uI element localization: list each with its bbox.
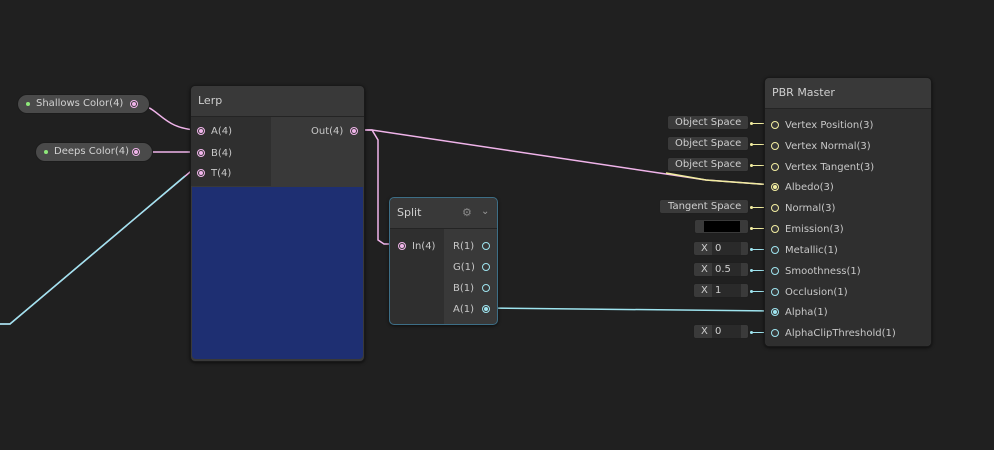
alphaclip-field[interactable]: X 0	[693, 324, 749, 339]
emission-color-swatch	[704, 221, 740, 232]
split-collapse-chevron-down-icon[interactable]: ⌄	[481, 206, 489, 218]
lerp-input-a-label: A(4)	[211, 126, 233, 137]
smoothness-port[interactable]	[771, 267, 779, 275]
shallows-color-label: Shallows Color(4)	[36, 98, 124, 109]
split-output-b-label: B(1)	[453, 283, 475, 294]
lerp-output-port[interactable]	[350, 127, 358, 135]
normal-label: Normal(3)	[785, 203, 836, 214]
lerp-input-b-port[interactable]	[197, 149, 205, 157]
vertex-normal-label: Vertex Normal(3)	[785, 141, 871, 152]
albedo-port[interactable]	[771, 183, 779, 191]
normal-space-value: Tangent Space	[668, 201, 742, 212]
split-input-label: In(4)	[412, 241, 436, 252]
alpha-port[interactable]	[771, 308, 779, 316]
occlusion-field[interactable]: X 1	[693, 283, 749, 298]
emission-label: Emission(3)	[785, 224, 844, 235]
vertex-tangent-space-dropdown[interactable]: Object Space	[667, 157, 749, 172]
shallows-color-property[interactable]: Shallows Color(4)	[17, 94, 150, 114]
emission-color-field[interactable]	[694, 219, 749, 234]
emission-port[interactable]	[771, 225, 779, 233]
split-input-port[interactable]	[398, 242, 406, 250]
lerp-preview	[192, 187, 363, 359]
alpha-clip-threshold-label: AlphaClipThreshold(1)	[785, 328, 896, 339]
smoothness-label: Smoothness(1)	[785, 266, 861, 277]
vertex-tangent-port[interactable]	[771, 163, 779, 171]
lerp-output-label: Out(4)	[311, 126, 344, 137]
vertex-normal-port[interactable]	[771, 142, 779, 150]
split-settings-gear-icon[interactable]: ⚙	[462, 207, 472, 219]
smoothness-axis-label: X	[701, 264, 708, 275]
metallic-axis-label: X	[701, 243, 708, 254]
split-node[interactable]: Split ⚙ ⌄ In(4) R(1) G(1) B(1) A(1)	[389, 197, 498, 325]
split-output-b-port[interactable]	[482, 284, 490, 292]
deeps-color-property[interactable]: Deeps Color(4)	[35, 142, 153, 162]
metallic-label: Metallic(1)	[785, 245, 838, 256]
vertex-position-space-dropdown[interactable]: Object Space	[667, 115, 749, 130]
alpha-label: Alpha(1)	[785, 307, 828, 318]
metallic-value[interactable]: 0	[712, 242, 741, 255]
lerp-input-t-port[interactable]	[197, 169, 205, 177]
lerp-input-t-label: T(4)	[211, 168, 232, 179]
metallic-field[interactable]: X 0	[693, 241, 749, 256]
occlusion-label: Occlusion(1)	[785, 287, 848, 298]
normal-port[interactable]	[771, 204, 779, 212]
pbr-master-node[interactable]: PBR Master Vertex Position(3) Vertex Nor…	[764, 77, 932, 347]
occlusion-port[interactable]	[771, 288, 779, 296]
alphaclip-axis-label: X	[701, 326, 708, 337]
lerp-node-title: Lerp	[191, 86, 364, 117]
deeps-color-label: Deeps Color(4)	[54, 146, 130, 157]
occlusion-value[interactable]: 1	[712, 284, 741, 297]
lerp-node[interactable]: Lerp A(4) B(4) T(4) Out(4)	[190, 85, 365, 362]
normal-space-dropdown[interactable]: Tangent Space	[659, 199, 749, 214]
split-output-a-port[interactable]	[482, 305, 490, 313]
lerp-input-a-port[interactable]	[197, 127, 205, 135]
vertex-tangent-label: Vertex Tangent(3)	[785, 162, 875, 173]
wire-albedo-yellow	[665, 172, 775, 186]
vertex-position-space-value: Object Space	[675, 117, 742, 128]
lerp-input-b-label: B(4)	[211, 148, 233, 159]
vertex-position-label: Vertex Position(3)	[785, 120, 874, 131]
wire-split-a-to-alpha	[484, 307, 775, 312]
split-output-a-label: A(1)	[453, 304, 475, 315]
property-indicator-icon	[44, 150, 48, 154]
split-output-g-label: G(1)	[453, 262, 475, 273]
wire-to-lerp-t-cyan	[0, 175, 186, 325]
alpha-clip-threshold-port[interactable]	[771, 329, 779, 337]
alphaclip-value[interactable]: 0	[712, 325, 741, 338]
split-node-title-text: Split	[397, 206, 422, 219]
vertex-normal-space-value: Object Space	[675, 138, 742, 149]
property-indicator-icon	[26, 102, 30, 106]
split-output-r-port[interactable]	[482, 242, 490, 250]
vertex-normal-space-dropdown[interactable]: Object Space	[667, 136, 749, 151]
smoothness-value[interactable]: 0.5	[712, 263, 741, 276]
shallows-color-output-port[interactable]	[130, 100, 138, 108]
split-output-g-port[interactable]	[482, 263, 490, 271]
pbr-master-node-title: PBR Master	[765, 78, 931, 109]
vertex-tangent-space-value: Object Space	[675, 159, 742, 170]
albedo-label: Albedo(3)	[785, 182, 834, 193]
vertex-position-port[interactable]	[771, 121, 779, 129]
occlusion-axis-label: X	[701, 285, 708, 296]
smoothness-field[interactable]: X 0.5	[693, 262, 749, 277]
deeps-color-output-port[interactable]	[132, 148, 140, 156]
split-output-r-label: R(1)	[453, 241, 475, 252]
metallic-port[interactable]	[771, 246, 779, 254]
